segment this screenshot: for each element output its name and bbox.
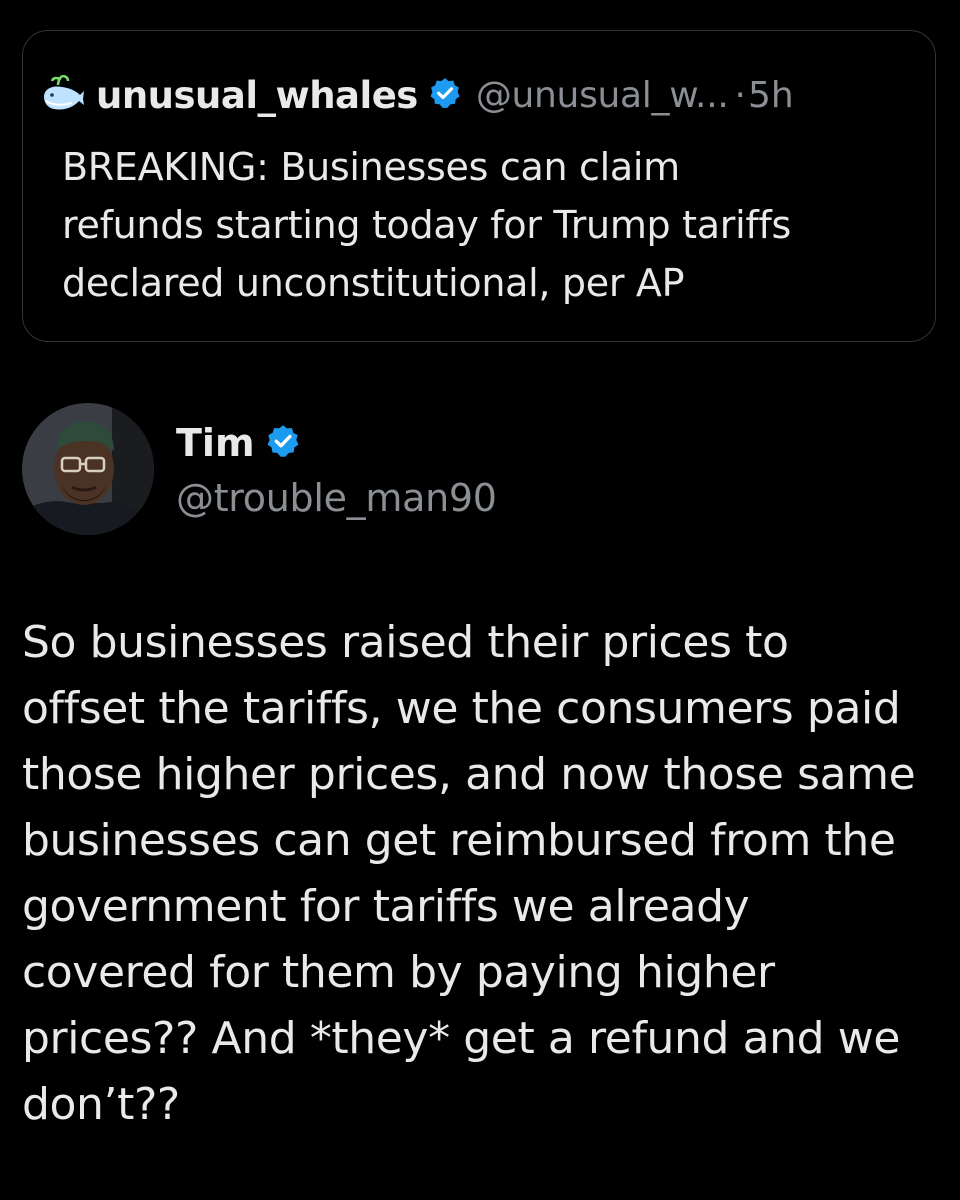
avatar[interactable] [22,403,154,535]
author-info: Tim @trouble_man90 [176,418,497,520]
tweet-text-line: businesses can get reimbursed from the [22,815,896,866]
quoted-tweet-time[interactable]: 5h [748,75,794,116]
separator-dot: · [734,74,746,116]
verified-badge-icon [265,423,301,463]
quoted-text-line: BREAKING: Businesses can claim [62,145,680,189]
tweet-author-row: Tim @trouble_man90 [22,402,497,536]
tweet-text-line: government for tariffs we already [22,881,750,932]
tweet-text-line: those higher prices, and now those same [22,749,916,800]
quoted-author-name[interactable]: unusual_whales [96,74,418,117]
quoted-tweet-header: unusual_whales @unusual_w... · 5h [40,70,794,120]
tweet-text-line: covered for them by paying higher [22,947,775,998]
verified-badge-icon [428,76,462,114]
tweet-text-line: offset the tariffs, we the consumers pai… [22,683,901,734]
quoted-author-handle[interactable]: @unusual_w... [476,75,729,116]
tweet-text-line: don’t?? [22,1079,180,1130]
tweet-text-line: prices?? And *they* get a refund and we [22,1013,901,1064]
quoted-tweet-text: BREAKING: Businesses can claim refunds s… [62,138,912,312]
author-handle[interactable]: @trouble_man90 [176,476,497,520]
quoted-text-line: declared unconstitutional, per AP [62,261,685,305]
author-name[interactable]: Tim [176,421,255,465]
author-name-line: Tim [176,418,497,468]
tweet-text-line: So businesses raised their prices to [22,617,789,668]
tweet-text: So businesses raised their prices to off… [22,610,942,1138]
whale-icon [40,74,86,115]
quoted-text-line: refunds starting today for Trump tariffs [62,203,791,247]
